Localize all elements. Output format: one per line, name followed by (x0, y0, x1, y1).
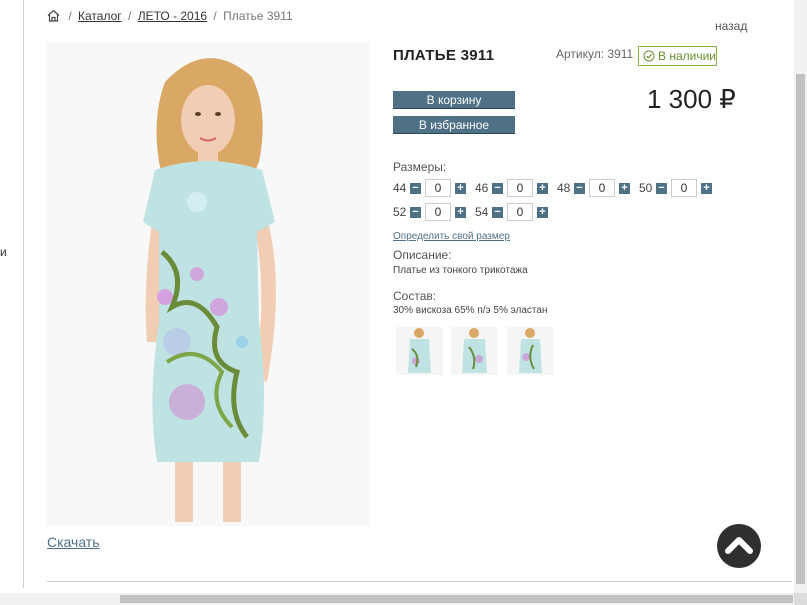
size-label: 54 (475, 205, 489, 219)
scrollbar-corner (794, 593, 807, 605)
add-to-cart-button[interactable]: В корзину (393, 91, 515, 108)
home-icon[interactable] (47, 9, 60, 22)
breadcrumb-catalog[interactable]: Каталог (78, 9, 122, 23)
size-stepper-50: 50 − 0 + (639, 178, 712, 198)
minus-icon[interactable]: − (410, 206, 421, 218)
footer-divider (47, 581, 792, 582)
thumbnail-image (408, 328, 431, 373)
quantity-input[interactable]: 0 (507, 179, 533, 197)
left-divider (23, 0, 24, 588)
dress-model-image (47, 42, 369, 526)
thumbnail-image (519, 328, 542, 373)
plus-icon[interactable]: + (455, 182, 466, 194)
minus-icon[interactable]: − (492, 182, 503, 194)
breadcrumb-summer-2016[interactable]: ЛЕТО - 2016 (138, 9, 207, 23)
chevron-up-icon (725, 537, 753, 554)
size-stepper-48: 48 − 0 + (557, 178, 630, 198)
quantity-input[interactable]: 0 (671, 179, 697, 197)
product-price: 1 300 ₽ (647, 84, 736, 114)
vertical-scrollbar-thumb[interactable] (796, 74, 805, 584)
description-label: Описание: (393, 248, 452, 262)
breadcrumb-separator: / (128, 9, 132, 23)
plus-icon[interactable]: + (537, 206, 548, 218)
minus-icon[interactable]: − (492, 206, 503, 218)
breadcrumb: / Каталог / ЛЕТО - 2016 / Платье 3911 (47, 9, 293, 23)
article-number: Артикул: 3911 (556, 47, 634, 61)
quantity-input[interactable]: 0 (425, 203, 451, 221)
plus-icon[interactable]: + (619, 182, 630, 194)
plus-icon[interactable]: + (537, 182, 548, 194)
size-label: 52 (393, 205, 407, 219)
download-link[interactable]: Скачать (47, 534, 100, 550)
size-stepper-52: 52 − 0 + (393, 202, 466, 222)
breadcrumb-separator: / (68, 9, 72, 23)
composition-label: Состав: (393, 289, 437, 303)
back-link[interactable]: назад (715, 19, 747, 33)
thumbnail-1[interactable] (396, 327, 443, 375)
breadcrumb-separator: / (213, 9, 217, 23)
size-stepper-46: 46 − 0 + (475, 178, 548, 198)
minus-icon[interactable]: − (656, 182, 667, 194)
add-to-favorites-button[interactable]: В избранное (393, 116, 515, 133)
thumbnail-image (462, 328, 487, 373)
minus-icon[interactable]: − (410, 182, 421, 194)
description-text: Платье из тонкого трикотажа (393, 265, 528, 276)
determine-size-link[interactable]: Определить свой размер (393, 231, 510, 242)
size-stepper-44: 44 − 0 + (393, 178, 466, 198)
scroll-to-top-button[interactable] (717, 524, 761, 568)
sizes-label: Размеры: (393, 160, 447, 174)
size-label: 44 (393, 181, 407, 195)
composition-text: 30% вискоза 65% п/э 5% эластан (393, 305, 548, 316)
thumbnail-2[interactable] (451, 327, 498, 375)
size-stepper-54: 54 − 0 + (475, 202, 548, 222)
product-title: ПЛАТЬЕ 3911 (393, 47, 495, 64)
left-edge-text: и (0, 245, 7, 259)
horizontal-scrollbar-thumb[interactable] (120, 595, 793, 603)
quantity-input[interactable]: 0 (507, 203, 533, 221)
in-stock-badge: В наличии (638, 46, 717, 66)
breadcrumb-current: Платье 3911 (223, 9, 293, 23)
product-photo[interactable] (47, 42, 369, 526)
check-circle-icon (643, 50, 655, 62)
minus-icon[interactable]: − (574, 182, 585, 194)
quantity-input[interactable]: 0 (425, 179, 451, 197)
size-label: 46 (475, 181, 489, 195)
quantity-input[interactable]: 0 (589, 179, 615, 197)
plus-icon[interactable]: + (455, 206, 466, 218)
size-label: 48 (557, 181, 571, 195)
size-label: 50 (639, 181, 653, 195)
thumbnail-3[interactable] (507, 327, 554, 375)
stock-label: В наличии (658, 49, 717, 63)
plus-icon[interactable]: + (701, 182, 712, 194)
